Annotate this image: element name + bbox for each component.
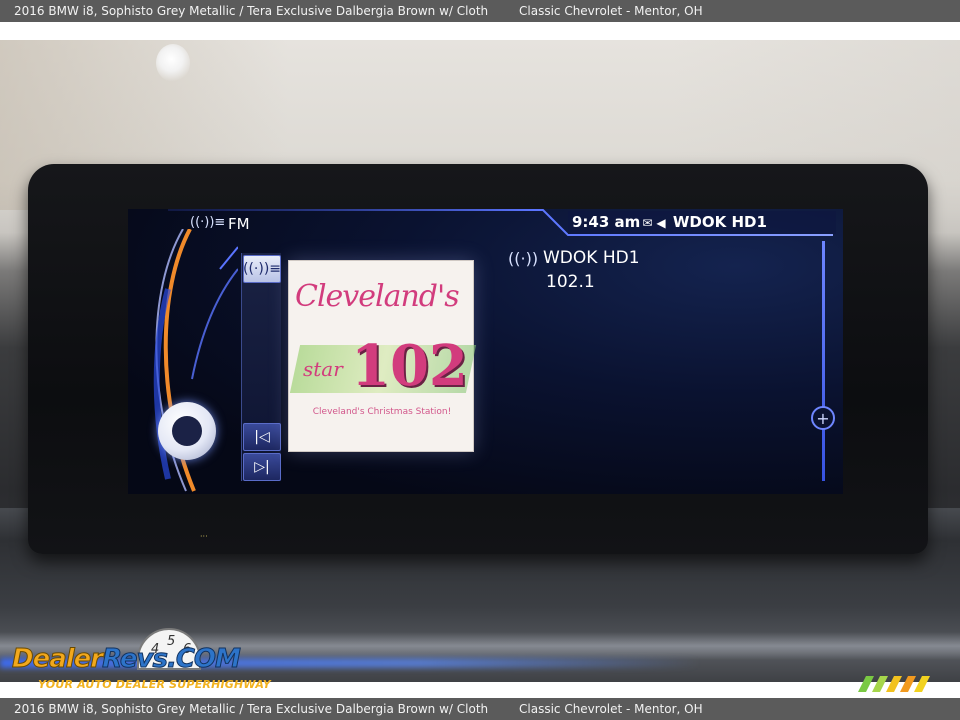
screen-bezel: ··· ··· ··· ((·))≡ FM — [28, 164, 928, 554]
infotainment-display: ((·))≡ FM 9:43 am ✉ ◀ WDOK HD1 ((·))≡ |◁… — [128, 209, 843, 494]
logo-part-revs: Revs — [102, 644, 169, 675]
art-tagline: Cleveland's Christmas Station! — [312, 407, 452, 417]
clock-meridiem: am — [614, 213, 641, 231]
status-readout: 9:43 am ✉ ◀ WDOK HD1 — [572, 213, 767, 231]
station-logo-art: Cleveland's star 102 Cleveland's Christm… — [288, 260, 477, 452]
logo-part-suffix: .COM — [166, 644, 241, 675]
controller-knob[interactable] — [158, 402, 216, 460]
bezel-dots: ··· — [200, 532, 208, 541]
vehicle-description: 2016 BMW i8, Sophisto Grey Metallic / Te… — [14, 702, 489, 716]
previous-track-button[interactable]: |◁ — [243, 423, 281, 451]
status-station: WDOK HD1 — [672, 213, 767, 231]
watermark-logo: DealerRevs.COM — [11, 644, 241, 675]
vehicle-photo: ··· ··· ··· ((·))≡ FM — [0, 40, 960, 682]
dealer-location: Classic Chevrolet - Mentor, OH — [519, 702, 703, 716]
ceiling-light — [156, 44, 190, 82]
broadcast-icon: ((·)) — [508, 249, 539, 268]
vehicle-description: 2016 BMW i8, Sophisto Grey Metallic / Te… — [14, 4, 489, 18]
knob-rotate-icon — [172, 416, 202, 446]
caption-bar-top: 2016 BMW i8, Sophisto Grey Metallic / Te… — [0, 0, 960, 22]
station-frequency: 102.1 — [546, 272, 595, 292]
dealerrevs-watermark: 4 5 6 DealerRevs.COM YOUR AUTO DEALER SU… — [11, 626, 272, 692]
scrollbar[interactable] — [822, 241, 825, 481]
broadcast-list-icon: ((·))≡ — [242, 261, 282, 277]
broadcast-icon: ((·))≡ — [190, 215, 226, 230]
watermark-tagline: YOUR AUTO DEALER SUPERHIGHWAY — [38, 678, 271, 691]
scroll-plus-button[interactable]: + — [811, 406, 835, 430]
dealer-location: Classic Chevrolet - Mentor, OH — [519, 4, 703, 18]
previous-track-icon: |◁ — [254, 429, 270, 445]
clock-time: 9:43 — [572, 213, 610, 231]
plus-icon: + — [816, 408, 830, 428]
caption-bar-bottom: 2016 BMW i8, Sophisto Grey Metallic / Te… — [0, 698, 960, 720]
next-track-icon: ▷| — [254, 459, 270, 475]
station-list-button[interactable]: ((·))≡ — [243, 255, 281, 283]
stripes-logo — [858, 676, 930, 692]
navigation-arrow-icon: ◀ — [656, 216, 666, 230]
station-name: WDOK HD1 — [543, 248, 640, 268]
art-number: 102 — [351, 333, 468, 399]
next-track-button[interactable]: ▷| — [243, 453, 281, 481]
art-star-word: star — [303, 357, 343, 381]
art-title: Cleveland's — [295, 279, 460, 314]
logo-part-dealer: Dealer — [11, 644, 103, 675]
menu-column: ((·))≡ |◁ ▷| — [241, 253, 281, 481]
envelope-icon: ✉ — [642, 216, 653, 230]
